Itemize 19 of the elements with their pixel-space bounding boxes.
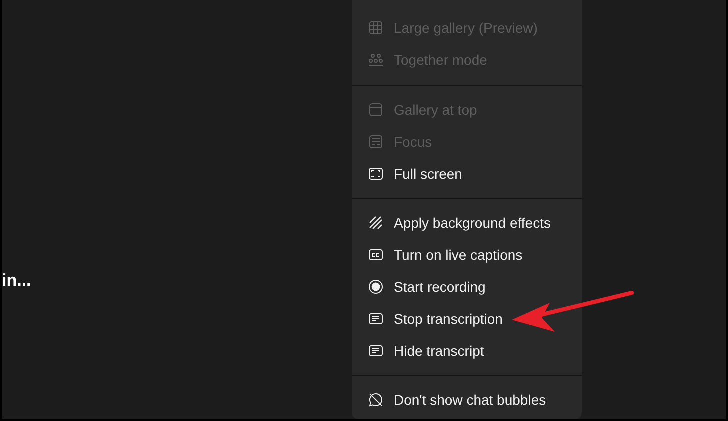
people-icon: [368, 52, 384, 68]
menu-item[interactable]: Stop transcription: [352, 303, 582, 335]
menu-item[interactable]: Don't show chat bubbles: [352, 384, 582, 416]
stage-caption: in...: [2, 270, 32, 292]
menu-item[interactable]: Hide transcript: [352, 335, 582, 367]
transcript-icon: [368, 343, 384, 359]
menu-item[interactable]: Start recording: [352, 271, 582, 303]
layout-icon: [368, 102, 384, 118]
menu-item[interactable]: Apply background effects: [352, 207, 582, 239]
captions-icon: [368, 247, 384, 263]
layout-icon: [368, 134, 384, 150]
chat-bubble-off-icon: [368, 392, 384, 408]
record-icon: [368, 279, 384, 295]
menu-item[interactable]: Turn on live captions: [352, 239, 582, 271]
transcript-icon: [368, 311, 384, 327]
background-effects-icon: [368, 215, 384, 231]
fullscreen-icon: [368, 166, 384, 182]
grid-icon: [368, 20, 384, 36]
menu-item[interactable]: Full screen: [352, 158, 582, 190]
